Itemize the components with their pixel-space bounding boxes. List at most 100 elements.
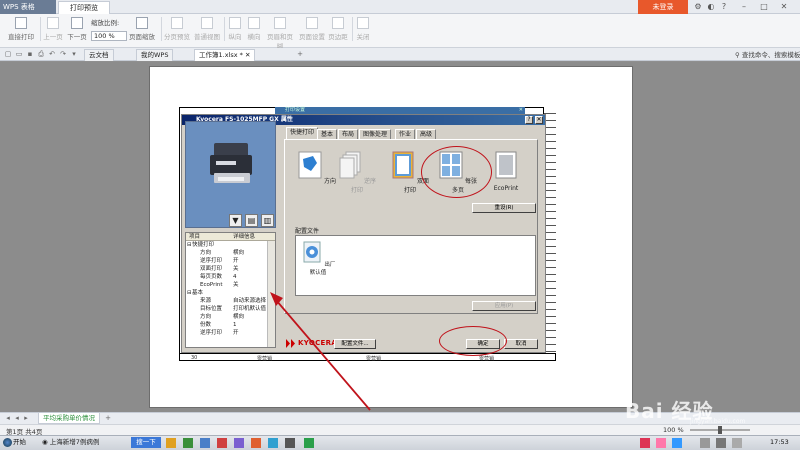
- settings-row[interactable]: 目标位置 打印机默认值: [186, 306, 266, 313]
- settings-row[interactable]: 每页页数 4: [186, 274, 266, 281]
- page-view-button[interactable]: ▥: [261, 214, 274, 227]
- cancel-button[interactable]: 取消: [504, 339, 538, 349]
- margins-button[interactable]: 页边距: [327, 16, 349, 46]
- login-button[interactable]: 未登录: [638, 0, 688, 14]
- prev-sheet-icon[interactable]: ◂: [13, 414, 21, 422]
- collate-view-button[interactable]: ▤: [245, 214, 258, 227]
- skin-icon[interactable]: ◐: [707, 3, 715, 11]
- reset-button[interactable]: 重设(R): [472, 203, 536, 213]
- add-sheet-icon[interactable]: +: [104, 414, 112, 422]
- app-icon[interactable]: [285, 438, 295, 448]
- settings-row-key: 每页页数: [200, 274, 223, 280]
- page-zoom-button[interactable]: 页面缩放: [128, 16, 156, 46]
- divider: [224, 17, 225, 41]
- doc-tab-workbook[interactable]: 工作簿1.xlsx * ✕: [194, 49, 256, 61]
- settings-group-row[interactable]: 快捷打印 ⊟: [186, 242, 266, 249]
- collapse-icon[interactable]: ⊟: [187, 290, 192, 297]
- start-button[interactable]: 开始: [2, 436, 34, 449]
- folder-icon[interactable]: [166, 438, 176, 448]
- close-tab-icon[interactable]: ✕: [245, 51, 250, 59]
- command-search-label: 查找命令、搜索模板: [741, 51, 800, 59]
- open-icon[interactable]: ▭: [15, 50, 23, 58]
- portrait-button[interactable]: 纵向: [226, 16, 244, 46]
- taskbar-search-button[interactable]: 搜一下: [131, 437, 161, 448]
- app-icon[interactable]: [183, 438, 193, 448]
- direct-print-button[interactable]: 直接打印: [4, 16, 38, 46]
- add-tab-icon[interactable]: +: [296, 50, 304, 58]
- redo-icon[interactable]: ↷: [59, 50, 67, 58]
- command-search[interactable]: ⚲ 查找命令、搜索模板: [735, 49, 800, 59]
- wps-spreadsheet-icon[interactable]: [304, 438, 314, 448]
- print-icon[interactable]: ⎙: [37, 50, 45, 58]
- app-icon[interactable]: [234, 438, 244, 448]
- header-footer-button[interactable]: 页眉和页脚: [264, 16, 296, 51]
- tray-icon[interactable]: [640, 438, 650, 448]
- prev-page-button[interactable]: 上一页: [42, 16, 64, 46]
- normal-view-icon: [201, 17, 213, 29]
- close-preview-button[interactable]: 关闭: [354, 16, 372, 46]
- save-icon[interactable]: ▪: [26, 50, 34, 58]
- app-icon[interactable]: [268, 438, 278, 448]
- tray-icon[interactable]: [672, 438, 682, 448]
- close-icon[interactable]: ✕: [780, 3, 788, 11]
- tray-icon[interactable]: [656, 438, 666, 448]
- next-sheet-icon[interactable]: ▸: [22, 414, 30, 422]
- new-icon[interactable]: ▢: [4, 50, 12, 58]
- settings-row[interactable]: 逆序打印 开: [186, 258, 266, 265]
- close-icon[interactable]: ✕: [535, 116, 543, 124]
- apply-button[interactable]: 应用(P): [472, 301, 536, 311]
- gear-icon[interactable]: ⚙: [694, 3, 702, 11]
- taskbar-news-item[interactable]: ◉ 上海新增7例病例: [42, 437, 99, 449]
- volume-icon[interactable]: [716, 438, 726, 448]
- browser-icon[interactable]: [200, 438, 210, 448]
- page-break-icon: [171, 17, 183, 29]
- first-sheet-icon[interactable]: ◂: [4, 414, 12, 422]
- undo-icon[interactable]: ↶: [48, 50, 56, 58]
- settings-row[interactable]: EcoPrint 关: [186, 282, 266, 289]
- sheet-tab[interactable]: 平均采购单价情况: [38, 413, 100, 424]
- app-icon[interactable]: [217, 438, 227, 448]
- settings-row[interactable]: 份数 1: [186, 322, 266, 329]
- page-break-preview-button[interactable]: 分页预览: [163, 16, 191, 46]
- zoom-select[interactable]: 100 %: [91, 31, 127, 41]
- settings-row-key: 来源: [200, 298, 212, 304]
- watermark-toggle-button[interactable]: ▼: [229, 214, 242, 227]
- dropdown-icon[interactable]: ▾: [70, 50, 78, 58]
- normal-view-button[interactable]: 普通视图: [193, 16, 221, 46]
- next-page-button[interactable]: 下一页: [66, 16, 88, 46]
- settings-group-row[interactable]: 基本 ⊟: [186, 290, 266, 297]
- help-icon[interactable]: ?: [525, 116, 533, 124]
- zoom-slider-handle[interactable]: [718, 426, 722, 434]
- doc-tab-cloud[interactable]: 云文档: [84, 49, 114, 61]
- app-icon[interactable]: [251, 438, 261, 448]
- close-icon[interactable]: ✕: [519, 107, 523, 114]
- page-zoom-label: 页面缩放: [129, 33, 155, 41]
- minimize-icon[interactable]: –: [740, 3, 748, 11]
- doc-tab-mywps[interactable]: 我的WPS: [136, 49, 174, 61]
- feature-orientation[interactable]: 方向: [298, 151, 336, 185]
- settings-row[interactable]: 来源 自动来源选择: [186, 298, 266, 305]
- settings-scrollbar[interactable]: [267, 241, 275, 347]
- settings-row[interactable]: 逆序打印 开: [186, 330, 266, 337]
- config-file-button[interactable]: 配置文件...: [334, 339, 376, 349]
- sheet-cell: 零营销: [257, 356, 273, 362]
- settings-row[interactable]: 双面打印 关: [186, 266, 266, 273]
- settings-row[interactable]: 方向 横向: [186, 314, 266, 321]
- network-icon[interactable]: [700, 438, 710, 448]
- tray-icon[interactable]: [732, 438, 742, 448]
- settings-row[interactable]: 方向 横向: [186, 250, 266, 257]
- help-icon[interactable]: ?: [720, 3, 728, 11]
- settings-head-detail: 详细信息: [233, 234, 256, 240]
- maximize-icon[interactable]: □: [760, 3, 768, 11]
- printer-icon: [15, 17, 27, 29]
- feature-reverse-print[interactable]: 逆序打印: [338, 151, 376, 194]
- app-menu-button[interactable]: WPS 表格: [0, 0, 56, 14]
- landscape-button[interactable]: 横向: [245, 16, 263, 46]
- settings-row-value: 横向: [233, 250, 245, 256]
- page-setup-button[interactable]: 页面设置: [298, 16, 326, 46]
- printer-preview-pane: ▼ ▤ ▥: [185, 121, 276, 228]
- config-item-factory-default[interactable]: 出厂默认值: [298, 240, 338, 276]
- feature-ecoprint[interactable]: EcoPrint: [487, 151, 525, 192]
- print-preview-tab[interactable]: 打印预览: [58, 1, 110, 14]
- collapse-icon[interactable]: ⊟: [187, 242, 192, 249]
